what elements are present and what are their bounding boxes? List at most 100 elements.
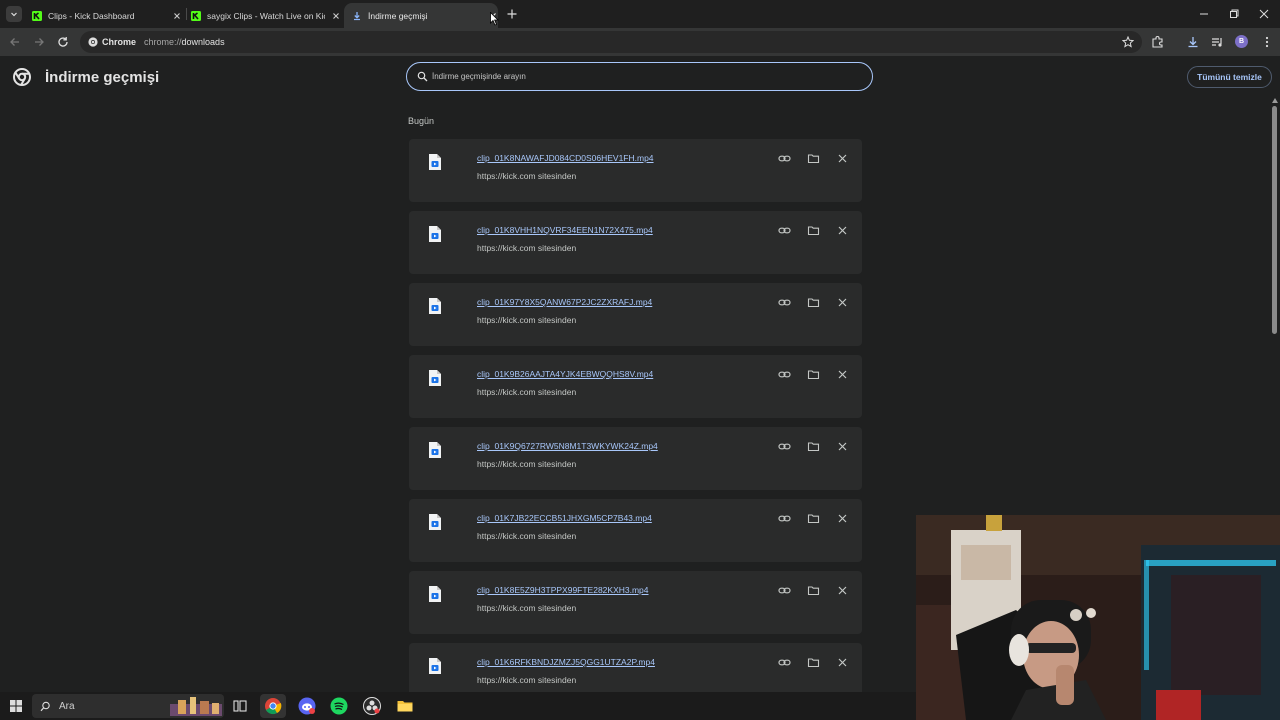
obs-icon[interactable] <box>363 697 381 715</box>
close-icon[interactable] <box>172 11 182 21</box>
webcam-overlay <box>916 515 1280 720</box>
windows-start-icon[interactable] <box>10 700 22 712</box>
search-icon <box>417 71 428 82</box>
show-in-folder-icon[interactable] <box>807 512 820 525</box>
mouse-cursor-icon <box>490 12 499 26</box>
tab-title: Clips - Kick Dashboard <box>48 10 135 21</box>
show-in-folder-icon[interactable] <box>807 296 820 309</box>
discord-icon[interactable] <box>298 697 316 715</box>
remove-icon[interactable] <box>836 296 849 309</box>
reload-icon[interactable] <box>56 35 70 49</box>
tab-title: İndirme geçmişi <box>368 10 428 21</box>
taskbar-search[interactable]: Ara <box>32 694 224 718</box>
copy-link-icon[interactable] <box>778 152 791 165</box>
copy-link-icon[interactable] <box>778 224 791 237</box>
download-item: clip_01K7JB22ECCB51JHXGM5CP7B43.mp4 https… <box>409 499 862 562</box>
video-file-icon <box>429 370 441 386</box>
clear-all-button[interactable]: Tümünü temizle <box>1187 66 1272 88</box>
task-view-icon[interactable] <box>231 697 249 715</box>
show-in-folder-icon[interactable] <box>807 584 820 597</box>
copy-link-icon[interactable] <box>778 584 791 597</box>
scrollbar-thumb[interactable] <box>1272 106 1277 334</box>
copy-link-icon[interactable] <box>778 656 791 669</box>
video-file-icon <box>429 226 441 242</box>
chrome-chip-label: Chrome <box>102 37 137 47</box>
video-file-icon <box>429 658 441 674</box>
download-file-link[interactable]: clip_01K8VHH1NQVRF34EEN1N72X475.mp4 <box>477 225 653 235</box>
more-menu-icon[interactable] <box>1260 35 1274 49</box>
address-bar[interactable]: Chrome chrome://downloads <box>80 31 1142 53</box>
downloads-icon[interactable] <box>1186 35 1200 49</box>
kick-logo-icon <box>32 10 42 21</box>
download-file-link[interactable]: clip_01K6RFKBNDJZMZJ5QGG1UTZA2P.mp4 <box>477 657 655 667</box>
date-group-heading: Bugün <box>408 116 435 126</box>
remove-icon[interactable] <box>836 656 849 669</box>
video-file-icon <box>429 586 441 602</box>
download-file-link[interactable]: clip_01K9Q6727RW5N8M1T3WKYWK24Z.mp4 <box>477 441 658 451</box>
download-file-link[interactable]: clip_01K7JB22ECCB51JHXGM5CP7B43.mp4 <box>477 513 652 523</box>
remove-icon[interactable] <box>836 152 849 165</box>
chrome-logo-icon <box>88 37 98 47</box>
show-in-folder-icon[interactable] <box>807 224 820 237</box>
profile-avatar[interactable]: B <box>1235 35 1248 48</box>
remove-icon[interactable] <box>836 512 849 525</box>
media-controls-icon[interactable] <box>1210 35 1224 49</box>
spotify-icon[interactable] <box>330 697 348 715</box>
download-file-link[interactable]: clip_01K8E5Z9H3TPPX99FTE282KXH3.mp4 <box>477 585 649 595</box>
remove-icon[interactable] <box>836 584 849 597</box>
window-close-icon[interactable] <box>1258 8 1270 20</box>
show-in-folder-icon[interactable] <box>807 368 820 381</box>
download-file-link[interactable]: clip_01K8NAWAFJD084CD0S06HEV1FH.mp4 <box>477 153 654 163</box>
search-input[interactable] <box>432 72 852 81</box>
restore-icon[interactable] <box>1228 8 1240 20</box>
tab-downloads[interactable]: İndirme geçmişi <box>344 3 498 28</box>
bookmark-star-icon[interactable] <box>1122 36 1134 48</box>
remove-icon[interactable] <box>836 368 849 381</box>
url-scheme: chrome:// <box>144 37 182 47</box>
download-item: clip_01K9Q6727RW5N8M1T3WKYWK24Z.mp4https… <box>409 427 862 490</box>
download-file-link[interactable]: clip_01K97Y8X5QANW67P2JC2ZXRAFJ.mp4 <box>477 297 652 307</box>
download-search-box[interactable] <box>406 62 873 91</box>
webcam-video-image <box>916 515 1280 720</box>
download-source: https://kick.com sitesinden <box>477 243 577 253</box>
scroll-up-arrow-icon[interactable] <box>1272 98 1278 103</box>
copy-link-icon[interactable] <box>778 296 791 309</box>
forward-arrow-icon[interactable] <box>32 35 46 49</box>
download-source: https://kick.com sitesinden <box>477 459 577 469</box>
new-tab-plus-icon[interactable] <box>506 8 518 20</box>
show-in-folder-icon[interactable] <box>807 152 820 165</box>
taskbar-search-label: Ara <box>59 700 75 712</box>
copy-link-icon[interactable] <box>778 512 791 525</box>
search-icon <box>40 701 50 711</box>
tab-search-button[interactable] <box>6 6 22 22</box>
chrome-logo-icon <box>13 68 31 86</box>
minimize-icon[interactable] <box>1198 8 1210 20</box>
chrome-chip: Chrome <box>88 37 136 47</box>
download-source: https://kick.com sitesinden <box>477 603 577 613</box>
copy-link-icon[interactable] <box>778 368 791 381</box>
download-item: clip_01K8VHH1NQVRF34EEN1N72X475.mp4https… <box>409 211 862 274</box>
remove-icon[interactable] <box>836 224 849 237</box>
copy-link-icon[interactable] <box>778 440 791 453</box>
show-in-folder-icon[interactable] <box>807 656 820 669</box>
download-source: https://kick.com sitesinden <box>477 675 577 685</box>
search-highlight-image <box>170 697 222 716</box>
download-file-link[interactable]: clip_01K9B26AAJTA4YJK4EBWQQHS8V.mp4 <box>477 369 653 379</box>
windows-taskbar: Ara <box>0 692 916 720</box>
url-host: downloads <box>181 37 225 47</box>
download-item: clip_01K6RFKBNDJZMZJ5QGG1UTZA2P.mp4https… <box>409 643 862 692</box>
video-file-icon <box>429 514 441 530</box>
chrome-icon[interactable] <box>264 697 282 715</box>
back-arrow-icon[interactable] <box>8 35 22 49</box>
download-list: clip_01K8NAWAFJD084CD0S06HEV1FH.mp4https… <box>409 139 862 692</box>
chevron-down-icon <box>11 12 17 17</box>
tab-kick-dashboard[interactable]: Clips - Kick Dashboard <box>24 3 182 28</box>
extensions-puzzle-icon[interactable] <box>1151 35 1165 49</box>
close-icon[interactable] <box>331 11 341 21</box>
remove-icon[interactable] <box>836 440 849 453</box>
tab-saygix-clips[interactable]: saygix Clips - Watch Live on Kick <box>183 3 341 28</box>
tab-strip: Clips - Kick Dashboard saygix Clips - Wa… <box>0 0 1280 28</box>
kick-logo-icon <box>191 10 201 21</box>
show-in-folder-icon[interactable] <box>807 440 820 453</box>
file-explorer-icon[interactable] <box>396 697 414 715</box>
